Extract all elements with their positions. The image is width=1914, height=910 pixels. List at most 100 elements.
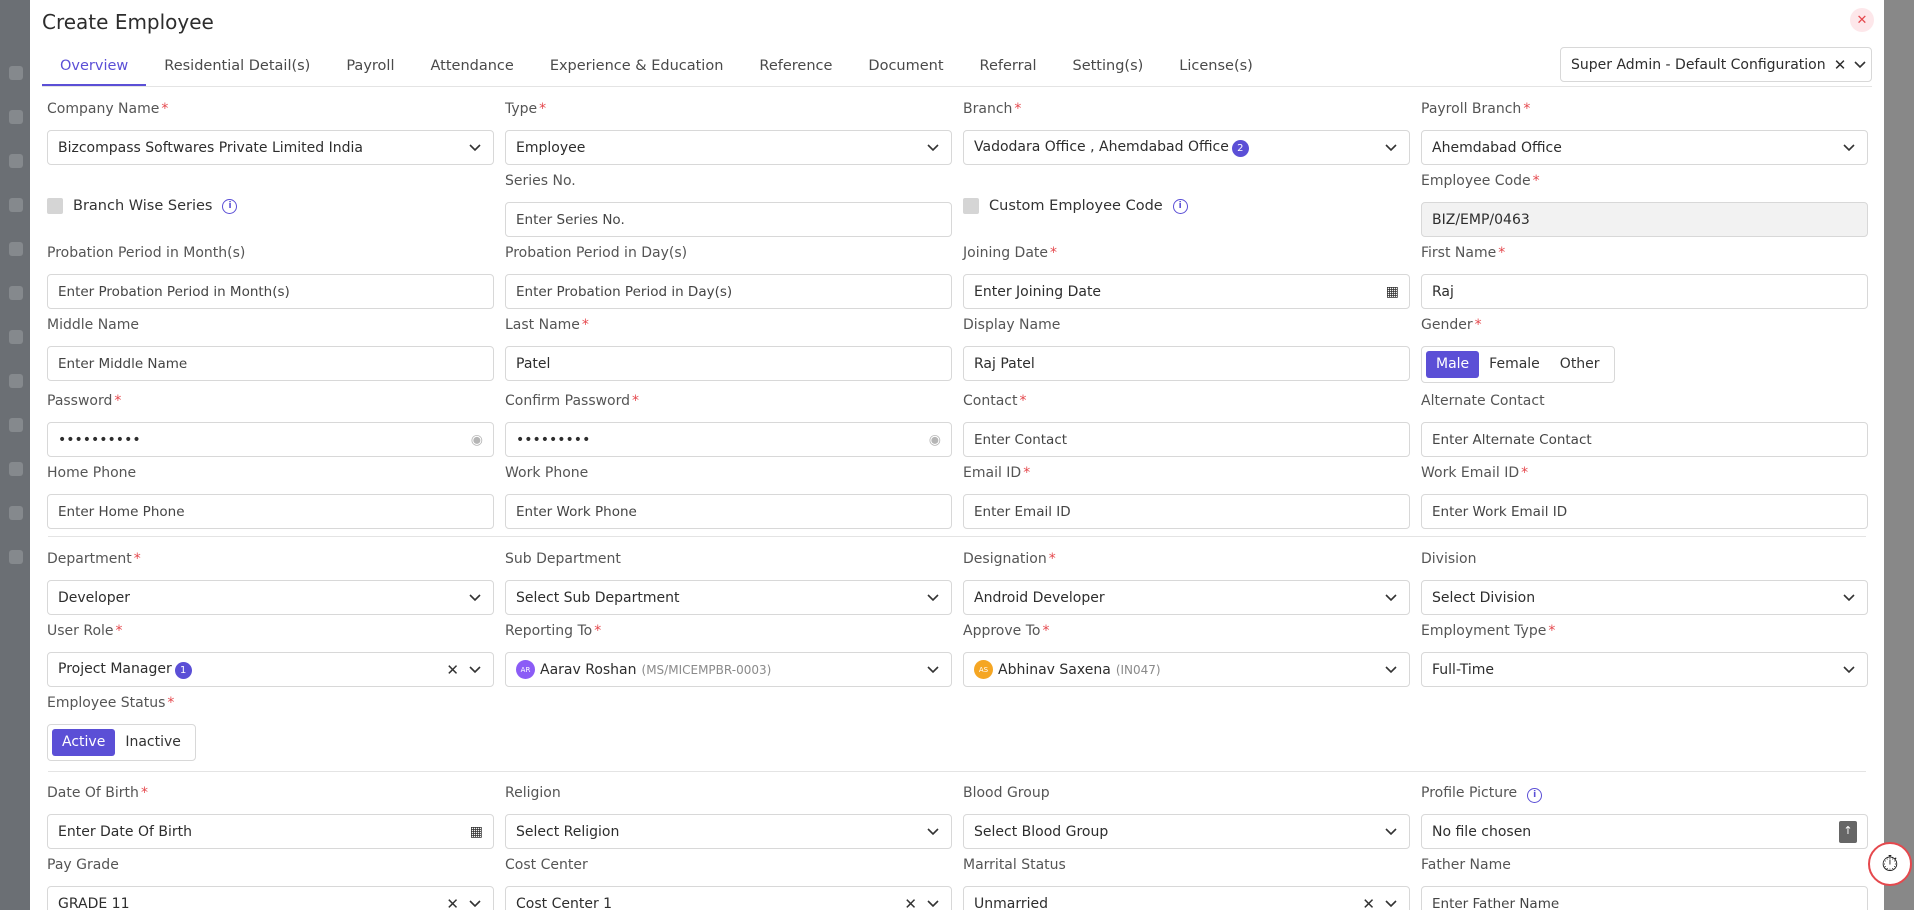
tab-experience-education[interactable]: Experience & Education xyxy=(532,52,742,86)
gender-option-male[interactable]: Male xyxy=(1426,351,1480,378)
bg-nav-icon xyxy=(9,242,23,256)
info-icon[interactable]: i xyxy=(1527,787,1543,803)
configuration-select[interactable]: Super Admin - Default Configuration ✕ xyxy=(1560,47,1872,82)
clear-icon[interactable]: ✕ xyxy=(1362,895,1375,910)
tab-document[interactable]: Document xyxy=(850,52,961,86)
first-name-field: First Name * Raj xyxy=(1421,243,1868,309)
calendar-icon[interactable]: ▦ xyxy=(470,824,483,840)
chevron-down-icon xyxy=(925,590,941,606)
required-marker: * xyxy=(539,101,547,117)
work-phone-field: Work Phone Enter Work Phone xyxy=(505,463,952,529)
employment-type-select[interactable]: Full-Time xyxy=(1421,652,1868,687)
create-employee-modal: Create Employee ✕ Overview Residential D… xyxy=(30,0,1884,910)
work-phone-input[interactable]: Enter Work Phone xyxy=(505,494,952,529)
chevron-down-icon xyxy=(1841,662,1857,678)
marital-status-select[interactable]: Unmarried ✕ xyxy=(963,886,1410,910)
designation-select[interactable]: Android Developer xyxy=(963,580,1410,615)
first-name-input[interactable]: Raj xyxy=(1421,274,1868,309)
clear-icon[interactable]: ✕ xyxy=(446,661,459,679)
religion-placeholder: Select Religion xyxy=(516,823,620,840)
marital-status-field: Marrital Status Unmarried ✕ xyxy=(963,855,1410,910)
eye-icon[interactable]: ◉ xyxy=(471,432,483,448)
profile-picture-input[interactable]: No file chosen xyxy=(1421,814,1868,849)
home-phone-input[interactable]: Enter Home Phone xyxy=(47,494,494,529)
profile-picture-placeholder: No file chosen xyxy=(1432,823,1532,840)
father-name-input[interactable]: Enter Father Name xyxy=(1421,886,1868,910)
date-of-birth-input[interactable]: Enter Date Of Birth ▦ xyxy=(47,814,494,849)
eye-icon[interactable]: ◉ xyxy=(929,432,941,448)
bg-nav-icon xyxy=(9,66,23,80)
employee-status-field: Employee Status * Active Inactive xyxy=(47,693,494,761)
gender-option-female[interactable]: Female xyxy=(1479,351,1550,378)
type-select[interactable]: Employee xyxy=(505,130,952,165)
sub-department-field: Sub Department Select Sub Department xyxy=(505,549,952,615)
confirm-password-input[interactable]: ••••••••• ◉ xyxy=(505,422,952,457)
clear-icon[interactable]: ✕ xyxy=(1831,56,1849,74)
reporting-to-code: (MS/MICEMPBR-0003) xyxy=(641,662,772,677)
confirm-password-field: Confirm Password * ••••••••• ◉ xyxy=(505,391,952,457)
blood-group-select[interactable]: Select Blood Group xyxy=(963,814,1410,849)
bg-nav-icon xyxy=(9,506,23,520)
clear-icon[interactable]: ✕ xyxy=(904,895,917,910)
contact-input[interactable]: Enter Contact xyxy=(963,422,1410,457)
reporting-to-select[interactable]: AR Aarav Roshan (MS/MICEMPBR-0003) xyxy=(505,652,952,687)
division-select[interactable]: Select Division xyxy=(1421,580,1868,615)
pay-grade-select[interactable]: GRADE 11 ✕ xyxy=(47,886,494,910)
middle-name-input[interactable]: Enter Middle Name xyxy=(47,346,494,381)
work-email-id-input[interactable]: Enter Work Email ID xyxy=(1421,494,1868,529)
tab-reference[interactable]: Reference xyxy=(741,52,850,86)
required-marker: * xyxy=(115,623,123,639)
payroll-branch-select[interactable]: Ahemdabad Office xyxy=(1421,130,1868,165)
user-role-select[interactable]: Project Manager 1 ✕ xyxy=(47,652,494,687)
clear-icon[interactable]: ✕ xyxy=(446,895,459,910)
last-name-input[interactable]: Patel xyxy=(505,346,952,381)
approve-to-value: Abhinav Saxena xyxy=(998,661,1111,678)
joining-date-field: Joining Date * Enter Joining Date ▦ xyxy=(963,243,1410,309)
tab-payroll[interactable]: Payroll xyxy=(328,52,412,86)
alternate-contact-input[interactable]: Enter Alternate Contact xyxy=(1421,422,1868,457)
joining-date-input[interactable]: Enter Joining Date ▦ xyxy=(963,274,1410,309)
display-name-input[interactable]: Raj Patel xyxy=(963,346,1410,381)
info-icon[interactable]: i xyxy=(222,198,238,214)
cost-center-select[interactable]: Cost Center 1 ✕ xyxy=(505,886,952,910)
series-no-input[interactable]: Enter Series No. xyxy=(505,202,952,237)
user-role-label: User Role xyxy=(47,623,114,639)
required-marker: * xyxy=(114,393,122,409)
tab-referral[interactable]: Referral xyxy=(962,52,1055,86)
payroll-branch-field: Payroll Branch * Ahemdabad Office xyxy=(1421,99,1868,165)
religion-label: Religion xyxy=(505,785,561,801)
tab-overview[interactable]: Overview xyxy=(42,52,147,86)
blood-group-label: Blood Group xyxy=(963,785,1050,801)
probation-months-label: Probation Period in Month(s) xyxy=(47,245,246,261)
tab-residential-details[interactable]: Residential Detail(s) xyxy=(146,52,328,86)
calendar-icon[interactable]: ▦ xyxy=(1386,284,1399,300)
tab-licenses[interactable]: License(s) xyxy=(1161,52,1271,86)
custom-employee-code-checkbox[interactable] xyxy=(963,198,979,214)
branch-select[interactable]: Vadodara Office , Ahemdabad Office 2 xyxy=(963,130,1410,165)
status-option-active[interactable]: Active xyxy=(52,729,116,756)
avatar: AR xyxy=(516,660,535,679)
employee-code-field: Employee Code * BIZ/EMP/0463 xyxy=(1421,171,1868,237)
required-marker: * xyxy=(1050,245,1058,261)
division-label: Division xyxy=(1421,551,1477,567)
timer-icon[interactable]: ⏱ xyxy=(1868,842,1912,886)
employee-code-input: BIZ/EMP/0463 xyxy=(1421,202,1868,237)
department-select[interactable]: Developer xyxy=(47,580,494,615)
email-id-input[interactable]: Enter Email ID xyxy=(963,494,1410,529)
gender-option-other[interactable]: Other xyxy=(1550,351,1610,378)
approve-to-select[interactable]: AS Abhinav Saxena (IN047) xyxy=(963,652,1410,687)
probation-months-input[interactable]: Enter Probation Period in Month(s) xyxy=(47,274,494,309)
probation-days-input[interactable]: Enter Probation Period in Day(s) xyxy=(505,274,952,309)
status-option-inactive[interactable]: Inactive xyxy=(115,729,191,756)
religion-select[interactable]: Select Religion xyxy=(505,814,952,849)
file-upload-icon[interactable] xyxy=(1839,820,1857,843)
sub-department-select[interactable]: Select Sub Department xyxy=(505,580,952,615)
close-icon[interactable]: ✕ xyxy=(1850,8,1874,32)
tab-attendance[interactable]: Attendance xyxy=(412,52,531,86)
tab-settings[interactable]: Setting(s) xyxy=(1055,52,1162,86)
branch-wise-series-checkbox[interactable] xyxy=(47,198,63,214)
password-input[interactable]: •••••••••• ◉ xyxy=(47,422,494,457)
company-name-select[interactable]: Bizcompass Softwares Private Limited Ind… xyxy=(47,130,494,165)
info-icon[interactable]: i xyxy=(1172,198,1188,214)
required-marker: * xyxy=(581,317,589,333)
